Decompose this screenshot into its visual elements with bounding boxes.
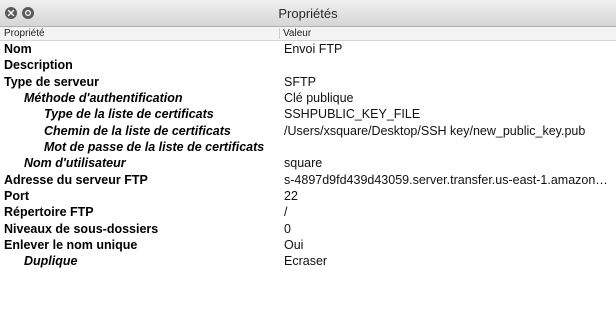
property-value[interactable]: /Users/xsquare/Desktop/SSH key/new_publi…	[284, 123, 610, 139]
property-value[interactable]: SFTP	[284, 74, 610, 90]
table-row[interactable]: Adresse du serveur FTP s-4897d9fd439d4305…	[0, 172, 616, 188]
window-title: Propriétés	[278, 6, 338, 21]
property-value[interactable]: Oui	[284, 237, 610, 253]
property-name: Méthode d'authentification	[24, 91, 183, 106]
column-header-property[interactable]: Propriété	[4, 27, 45, 40]
property-value[interactable]: Envoi FTP	[284, 41, 610, 57]
column-divider[interactable]	[279, 28, 280, 39]
property-name: Type de serveur	[4, 74, 99, 89]
property-value[interactable]: Clé publique	[284, 90, 610, 106]
table-row[interactable]: Port 22	[0, 188, 616, 204]
property-value[interactable]: /	[284, 204, 610, 220]
table-header: Propriété Valeur	[0, 27, 616, 41]
property-name: Port	[4, 189, 29, 204]
property-name: Nom d'utilisateur	[24, 156, 126, 171]
table-row[interactable]: Répertoire FTP /	[0, 204, 616, 220]
table-row[interactable]: Méthode d'authentification Clé publique	[0, 90, 616, 106]
column-header-value[interactable]: Valeur	[283, 27, 311, 40]
property-name: Enlever le nom unique	[4, 238, 138, 253]
property-name: Description	[4, 58, 73, 73]
table-row[interactable]: Description	[0, 57, 616, 73]
table-row[interactable]: Enlever le nom unique Oui	[0, 237, 616, 253]
property-name: Répertoire FTP	[4, 205, 94, 220]
properties-table: Nom Envoi FTP Description Type de serveur SF…	[0, 41, 616, 270]
property-value[interactable]: s-4897d9fd439d43059.server.transfer.us-e…	[284, 172, 610, 188]
property-value[interactable]: square	[284, 155, 610, 171]
property-value[interactable]: 0	[284, 221, 610, 237]
table-row[interactable]: Nom Envoi FTP	[0, 41, 616, 57]
title-bar: Propriétés	[0, 0, 616, 27]
table-row[interactable]: Duplique Ecraser	[0, 253, 616, 269]
property-name: Duplique	[24, 254, 78, 269]
property-value[interactable]: Ecraser	[284, 253, 610, 269]
table-row[interactable]: Niveaux de sous-dossiers 0	[0, 221, 616, 237]
property-name: Chemin de la liste de certificats	[44, 123, 231, 138]
table-row[interactable]: Type de serveur SFTP	[0, 74, 616, 90]
property-name: Adresse du serveur FTP	[4, 172, 148, 187]
property-name: Mot de passe de la liste de certificats	[44, 140, 265, 155]
table-row[interactable]: Chemin de la liste de certificats/Users/…	[0, 123, 616, 139]
table-row[interactable]: Type de la liste de certificats SSHPUBLIC…	[0, 106, 616, 122]
property-value[interactable]: 22	[284, 188, 610, 204]
table-row[interactable]: Mot de passe de la liste de certificats	[0, 139, 616, 155]
property-name: Type de la liste de certificats	[44, 107, 214, 122]
property-name: Niveaux de sous-dossiers	[4, 221, 159, 236]
property-name: Nom	[4, 42, 32, 56]
table-row[interactable]: Nom d'utilisateur square	[0, 155, 616, 171]
property-value[interactable]: SSHPUBLIC_KEY_FILE	[284, 106, 610, 122]
